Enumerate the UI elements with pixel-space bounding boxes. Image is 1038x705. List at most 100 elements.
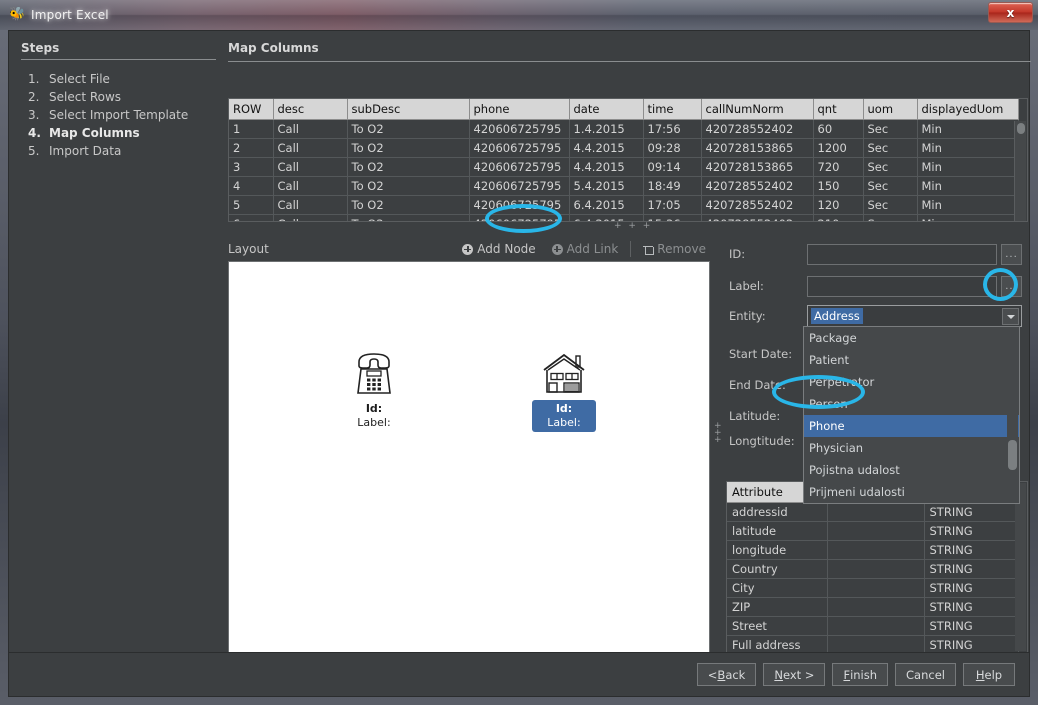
chevron-down-icon[interactable] (1002, 308, 1019, 325)
scrollbar-thumb[interactable] (1008, 440, 1017, 470)
table-cell: 420606725795 (469, 214, 569, 222)
attribute-row[interactable]: CitySTRING (727, 578, 1018, 597)
toolbar-separator (630, 241, 631, 257)
end-date-row: End Date: (729, 374, 807, 396)
attribute-row[interactable]: StreetSTRING (727, 616, 1018, 635)
step-label: Map Columns (49, 124, 140, 142)
attribute-cell (827, 540, 924, 559)
table-row[interactable]: 4CallTo O24206067257955.4.201518:4942072… (229, 176, 1018, 195)
dialog-button-bar: < Back Next > Finish Cancel Help (9, 652, 1029, 696)
table-cell: Min (917, 119, 1018, 138)
add-link-button[interactable]: Add Link (548, 241, 623, 257)
dropdown-option[interactable]: Perpetrator (804, 371, 1019, 393)
attribute-cell (827, 521, 924, 540)
table-cell: To O2 (347, 119, 469, 138)
attributes-vertical-scrollbar[interactable] (1015, 483, 1026, 651)
attribute-row[interactable]: ZIPSTRING (727, 597, 1018, 616)
help-post: elp (985, 668, 1003, 682)
table-cell: 420606725795 (469, 157, 569, 176)
plus-circle-icon (462, 244, 473, 255)
attribute-row[interactable]: latitudeSTRING (727, 521, 1018, 540)
data-table-vertical-scrollbar[interactable] (1014, 121, 1026, 221)
label-label: Label: (729, 279, 807, 293)
table-row[interactable]: 5CallTo O24206067257956.4.201517:0542072… (229, 195, 1018, 214)
attribute-cell (827, 578, 924, 597)
step-number: 4. (21, 124, 49, 142)
id-browse-button[interactable]: ... (1001, 244, 1022, 265)
graph-node-phone[interactable]: Id: Label: (339, 350, 409, 430)
scrollbar-thumb[interactable] (1017, 123, 1025, 134)
dropdown-option[interactable]: Pojistna udalost (804, 459, 1019, 481)
table-cell: Min (917, 195, 1018, 214)
attribute-row[interactable]: longitudeSTRING (727, 540, 1018, 559)
table-row[interactable]: 2CallTo O24206067257954.4.201509:2842072… (229, 138, 1018, 157)
graph-canvas[interactable]: Id: Label: (228, 261, 710, 653)
back-button[interactable]: < Back (697, 663, 757, 686)
finish-button[interactable]: Finish (832, 663, 888, 686)
table-cell: 09:14 (643, 157, 701, 176)
cancel-button[interactable]: Cancel (895, 663, 956, 686)
column-header[interactable]: desc (273, 99, 347, 119)
column-header[interactable]: date (569, 99, 643, 119)
dropdown-option[interactable]: Physician (804, 437, 1019, 459)
column-header[interactable]: ROW (229, 99, 273, 119)
table-cell: 60 (813, 119, 863, 138)
column-header[interactable]: subDesc (347, 99, 469, 119)
table-cell: 420728552402 (701, 119, 813, 138)
finish-post: inish (850, 668, 877, 682)
close-button[interactable]: x (988, 2, 1033, 23)
help-button[interactable]: Help (963, 663, 1015, 686)
table-cell: 4.4.2015 (569, 138, 643, 157)
entity-combobox[interactable]: Address (807, 305, 1022, 327)
next-button[interactable]: Next > (763, 663, 825, 686)
attribute-cell: STRING (924, 635, 1018, 653)
table-row[interactable]: 3CallTo O24206067257954.4.201509:1442072… (229, 157, 1018, 176)
attribute-cell (827, 597, 924, 616)
window-title: Import Excel (31, 8, 109, 22)
dropdown-option[interactable]: Person (804, 393, 1019, 415)
graph-node-address[interactable]: Id: Label: (532, 350, 596, 432)
table-row[interactable]: 1CallTo O24206067257951.4.201517:5642072… (229, 119, 1018, 138)
next-mnemonic: N (774, 668, 783, 682)
column-header[interactable]: displayedUom (917, 99, 1018, 119)
id-input[interactable] (807, 244, 997, 265)
step-label: Select Import Template (49, 106, 188, 124)
label-input[interactable] (807, 276, 997, 297)
layout-label: Layout (228, 242, 269, 256)
column-header[interactable]: callNumNorm (701, 99, 813, 119)
attribute-row[interactable]: CountrySTRING (727, 559, 1018, 578)
source-data-grid: ROWdescsubDescphonedatetimecallNumNormqn… (229, 99, 1019, 222)
entity-selected-value: Address (811, 308, 863, 324)
column-header[interactable]: time (643, 99, 701, 119)
longitude-row: Longtitude: (729, 430, 807, 452)
add-node-button[interactable]: Add Node (458, 241, 539, 257)
remove-button[interactable]: Remove (639, 241, 710, 257)
table-cell: 17:56 (643, 119, 701, 138)
label-browse-button[interactable]: ... (1001, 276, 1022, 297)
step-item-3: 3.Select Import Template (21, 106, 216, 124)
entity-dropdown-list[interactable]: PackagePatientPerpetratorPersonPhonePhys… (803, 326, 1020, 504)
entity-attributes-table[interactable]: AttributeType addressidSTRINGlatitudeSTR… (726, 481, 1028, 653)
table-cell: Sec (863, 195, 917, 214)
column-header[interactable]: phone (469, 99, 569, 119)
back-pre: < (708, 668, 718, 682)
source-data-table[interactable]: ROWdescsubDescphonedatetimecallNumNormqn… (228, 98, 1028, 222)
dropdown-scrollbar[interactable] (1007, 328, 1018, 504)
dropdown-option[interactable]: Prijmeni udalosti (804, 481, 1019, 503)
dropdown-option[interactable]: Package (804, 327, 1019, 349)
entity-row: Entity: (729, 305, 807, 327)
dropdown-option[interactable]: Patient (804, 349, 1019, 371)
table-cell: Min (917, 138, 1018, 157)
dropdown-option[interactable]: Phone (804, 415, 1019, 437)
table-cell: Min (917, 176, 1018, 195)
finish-mnemonic: F (843, 668, 850, 682)
attribute-row[interactable]: Full addressSTRING (727, 635, 1018, 653)
attribute-row[interactable]: addressidSTRING (727, 502, 1018, 521)
column-header[interactable]: qnt (813, 99, 863, 119)
column-header[interactable]: uom (863, 99, 917, 119)
table-cell: 1.4.2015 (569, 119, 643, 138)
horizontal-splitter-handle[interactable]: + + + (614, 221, 652, 231)
window-frame: 🐝 Import Excel x Steps 1.Select File2.Se… (0, 0, 1038, 705)
attribute-cell (827, 559, 924, 578)
table-cell: 4.4.2015 (569, 157, 643, 176)
